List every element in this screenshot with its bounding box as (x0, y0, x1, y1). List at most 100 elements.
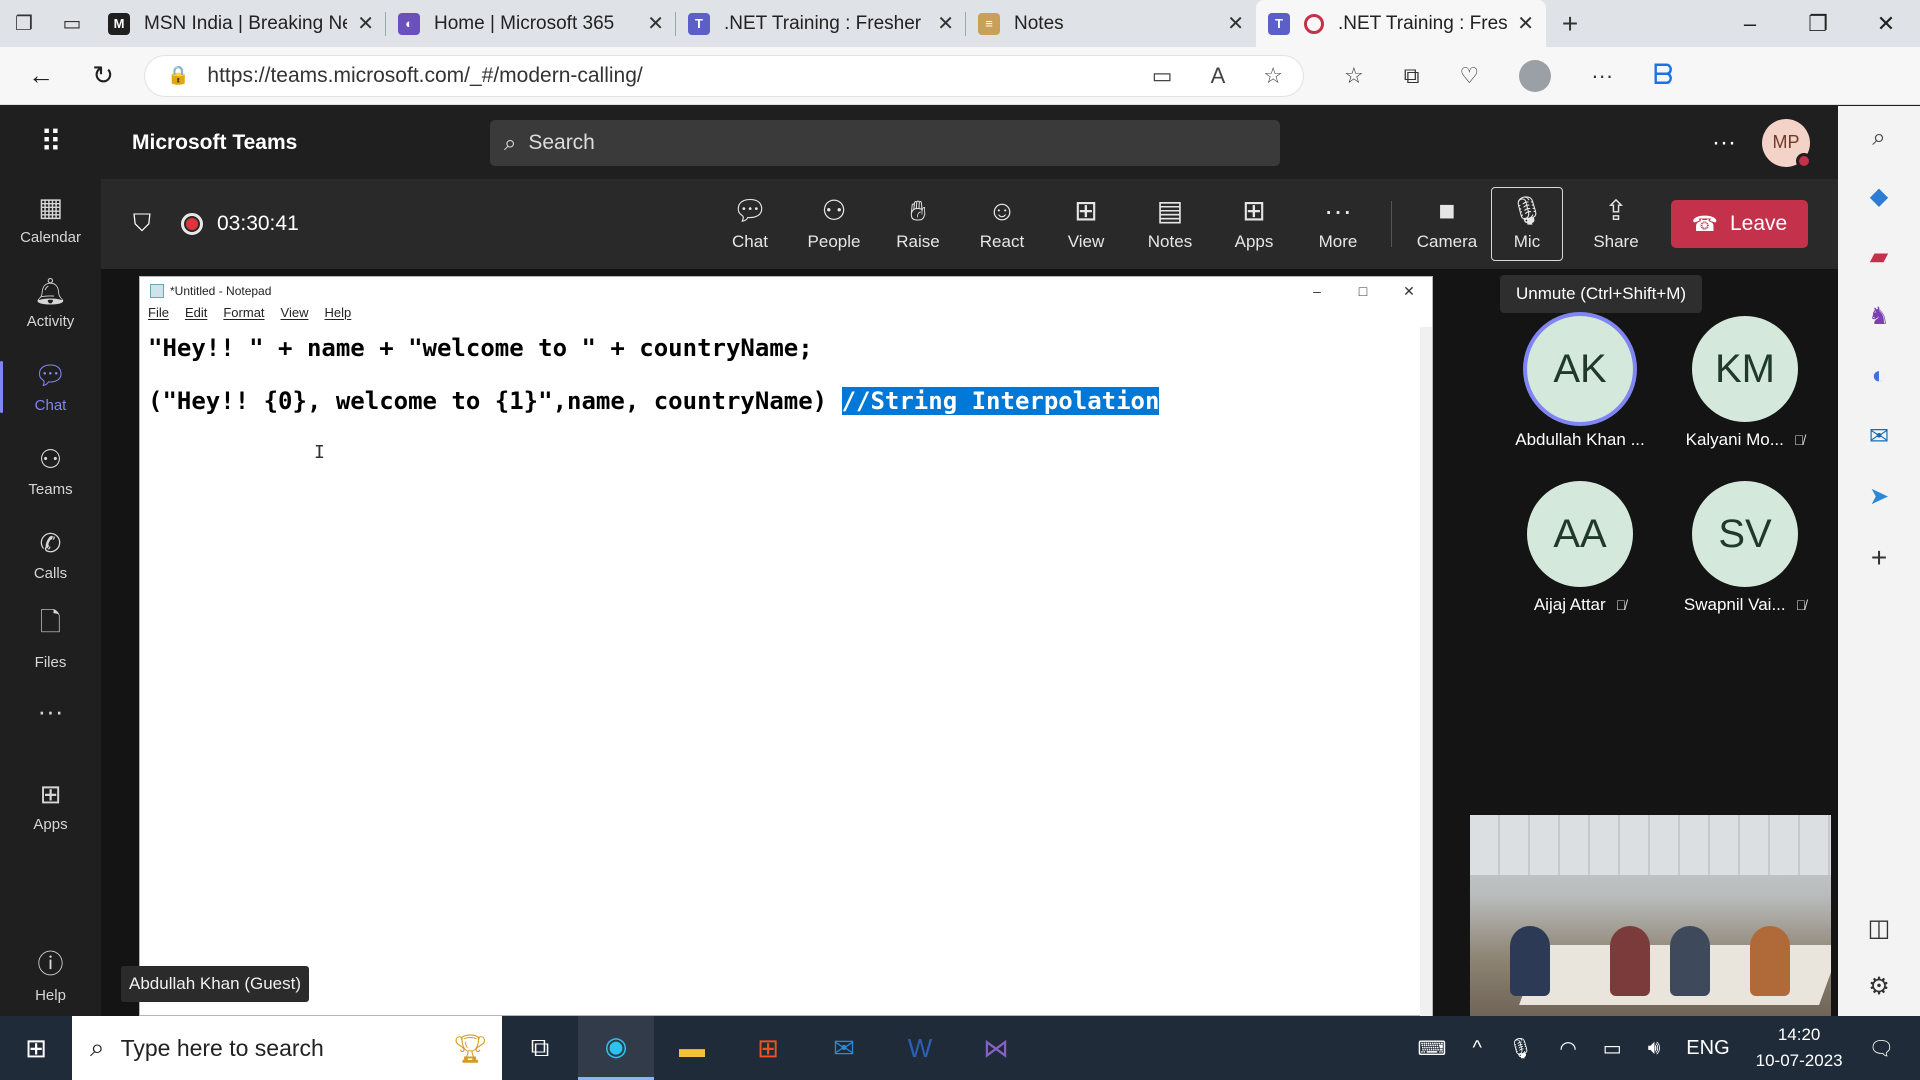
notifications-icon[interactable]: 🗨︎ (1869, 1036, 1894, 1061)
participant-name: Kalyani Mo... (1685, 430, 1784, 449)
search-input[interactable]: ⌕ Search (490, 119, 1280, 166)
participant-initials: AK (1553, 346, 1607, 391)
people-button[interactable]: ⚇ People (793, 187, 875, 261)
close-tab-icon[interactable]: ✕ (1517, 11, 1534, 36)
microsoft-store-icon[interactable]: ⊞ (730, 1016, 806, 1080)
profile-avatar-icon[interactable] (1519, 59, 1552, 92)
close-window-icon[interactable]: ✕ (1852, 0, 1920, 47)
shopping-tag-icon[interactable]: ◆ (1838, 182, 1920, 211)
code-line-1: "Hey!! " + name + "welcome to " + countr… (148, 334, 813, 362)
tab-actions-icon[interactable]: ▭ (48, 0, 96, 47)
camera-button[interactable]: ■ Camera (1406, 187, 1488, 261)
apps-button[interactable]: ⊞ Apps (1213, 187, 1295, 261)
browser-tab-microsoft365[interactable]: ◐ Home | Microsoft 365 ✕ (386, 0, 676, 47)
search-highlight-icon: 🏆︎ (452, 1032, 488, 1064)
room-video-feed[interactable] (1470, 815, 1831, 1016)
add-sidebar-app-icon[interactable]: + (1838, 542, 1920, 574)
browser-tab-notes[interactable]: ≡ Notes ✕ (966, 0, 1256, 47)
rail-item-activity[interactable]: 🔔︎ Activity (0, 263, 101, 343)
close-tab-icon[interactable]: ✕ (357, 11, 374, 36)
refresh-icon[interactable]: ↻ (72, 51, 134, 101)
rail-item-calendar[interactable]: ▦ Calendar (0, 179, 101, 259)
games-icon[interactable]: ♞ (1838, 302, 1920, 331)
search-icon[interactable]: ⌕ (1838, 124, 1920, 152)
show-hidden-icons-icon[interactable]: ^ (1473, 1037, 1482, 1060)
meeting-control-bar: ⛉ 03:30:41 💬︎ Chat ⚇ People ✋︎ Raise ☺ R… (101, 179, 1838, 269)
close-tab-icon[interactable]: ✕ (1227, 11, 1244, 36)
file-explorer-icon[interactable]: ▬ (654, 1016, 730, 1080)
new-tab-icon[interactable]: + (1546, 0, 1594, 47)
windows-start-icon[interactable]: ⊞ (0, 1033, 72, 1064)
apps-icon: ⊞ (39, 779, 62, 809)
chat-button[interactable]: 💬︎ Chat (709, 187, 791, 261)
sidebar-toggle-icon[interactable]: ◫ (1838, 914, 1920, 943)
participant-tile[interactable]: AA Aijaj Attar 🎙̸ (1500, 481, 1660, 631)
edge-browser-icon[interactable]: ◉ (578, 1016, 654, 1080)
settings-icon[interactable]: ⚙ (1838, 972, 1920, 1001)
favorites-icon[interactable]: ☆ (1344, 63, 1364, 89)
mail-icon[interactable]: ✉ (806, 1016, 882, 1080)
mic-button[interactable]: 🎙︎ Mic (1491, 187, 1563, 261)
outlook-icon[interactable]: ✉ (1838, 422, 1920, 451)
rail-item-teams[interactable]: ⚇ Teams (0, 431, 101, 511)
browser-essentials-icon[interactable]: ♡ (1459, 63, 1479, 89)
participant-tile[interactable]: SV Swapnil Vai... 🎙̸ (1665, 481, 1825, 631)
rail-more-apps[interactable]: ··· (0, 684, 101, 744)
control-label: Notes (1147, 232, 1193, 251)
toolbar-divider (1391, 201, 1392, 247)
battery-icon[interactable]: ▭ (1603, 1036, 1622, 1061)
task-view-icon[interactable]: ⧉ (502, 1016, 578, 1080)
view-button[interactable]: ⊞ View (1045, 187, 1127, 261)
word-icon[interactable]: W (882, 1016, 958, 1080)
notepad-menu: File Edit Format View Help (140, 305, 1432, 327)
shared-screen-notepad: *Untitled - Notepad – □ ✕ File Edit Form… (139, 276, 1433, 1017)
send-icon[interactable]: ➤ (1838, 482, 1920, 511)
rail-item-chat[interactable]: 💬︎ Chat (0, 347, 101, 427)
text-cursor-icon: I (314, 442, 325, 463)
close-tab-icon[interactable]: ✕ (647, 11, 664, 36)
minimize-icon[interactable]: – (1716, 0, 1784, 47)
wifi-icon[interactable]: ◠ (1559, 1036, 1576, 1061)
user-avatar[interactable]: MP (1762, 118, 1812, 169)
rail-item-calls[interactable]: ✆ Calls (0, 515, 101, 595)
collections-icon[interactable]: ⧉ (1404, 63, 1420, 89)
app-launcher-icon[interactable]: ⠿ (0, 125, 100, 160)
react-button[interactable]: ☺ React (961, 187, 1043, 261)
back-icon[interactable]: ← (10, 51, 72, 101)
more-button[interactable]: ··· More (1297, 187, 1379, 261)
tools-icon[interactable]: ▰ (1838, 242, 1920, 271)
taskbar-search[interactable]: ⌕ Type here to search 🏆︎ (72, 1016, 502, 1080)
share-button[interactable]: ⇪ Share (1575, 187, 1657, 261)
microsoft365-icon[interactable]: ◐ (1838, 362, 1920, 390)
favorite-star-icon[interactable]: ☆ (1263, 63, 1283, 89)
rail-item-files[interactable]: 🗋 Files (0, 597, 101, 677)
leave-button[interactable]: ☎︎ Leave (1671, 200, 1808, 248)
bing-copilot-icon[interactable]: ᗷ (1653, 59, 1673, 92)
rail-item-apps[interactable]: ⊞ Apps (0, 766, 101, 846)
camera-permission-icon[interactable]: ▭ (1152, 63, 1173, 89)
close-icon: ✕ (1403, 282, 1415, 299)
system-tray: ⌨ ^ 🎙︎ ◠ ▭ 🔊︎ ENG 14:20 10-07-2023 🗨︎ (1418, 1022, 1920, 1074)
close-tab-icon[interactable]: ✕ (937, 11, 954, 36)
browser-tab-net-training-active[interactable]: T .NET Training : Fres ✕ (1256, 0, 1546, 47)
notes-button[interactable]: ▤ Notes (1129, 187, 1211, 261)
url-field[interactable]: 🔒 https://teams.microsoft.com/_#/modern-… (144, 54, 1304, 97)
visual-studio-icon[interactable]: ⋈ (958, 1016, 1034, 1080)
keyboard-icon[interactable]: ⌨ (1418, 1036, 1447, 1061)
read-aloud-icon[interactable]: A (1211, 63, 1226, 89)
microphone-icon[interactable]: 🎙︎ (1508, 1036, 1533, 1061)
restore-icon[interactable]: ❐ (1784, 0, 1852, 47)
rail-item-help[interactable]: ⓘ Help (0, 934, 101, 1014)
browser-tab-net-training[interactable]: T .NET Training : Fresher B ✕ (676, 0, 966, 47)
shield-icon[interactable]: ⛉ (133, 210, 151, 238)
workspaces-icon[interactable]: ❐ (0, 0, 48, 47)
browser-menu-icon[interactable]: ··· (1591, 63, 1613, 89)
participant-tile[interactable]: KM Kalyani Mo... 🎙̸ (1665, 316, 1825, 466)
volume-icon[interactable]: 🔊︎ (1648, 1037, 1661, 1060)
participant-tile[interactable]: AK Abdullah Khan ... (1500, 316, 1660, 466)
clock[interactable]: 14:20 10-07-2023 (1756, 1022, 1843, 1074)
browser-tab-msn[interactable]: M MSN India | Breaking Ne ✕ (96, 0, 386, 47)
more-options-icon[interactable]: ··· (1712, 129, 1736, 157)
language-indicator[interactable]: ENG (1686, 1037, 1729, 1060)
raise-hand-button[interactable]: ✋︎ Raise (877, 187, 959, 261)
